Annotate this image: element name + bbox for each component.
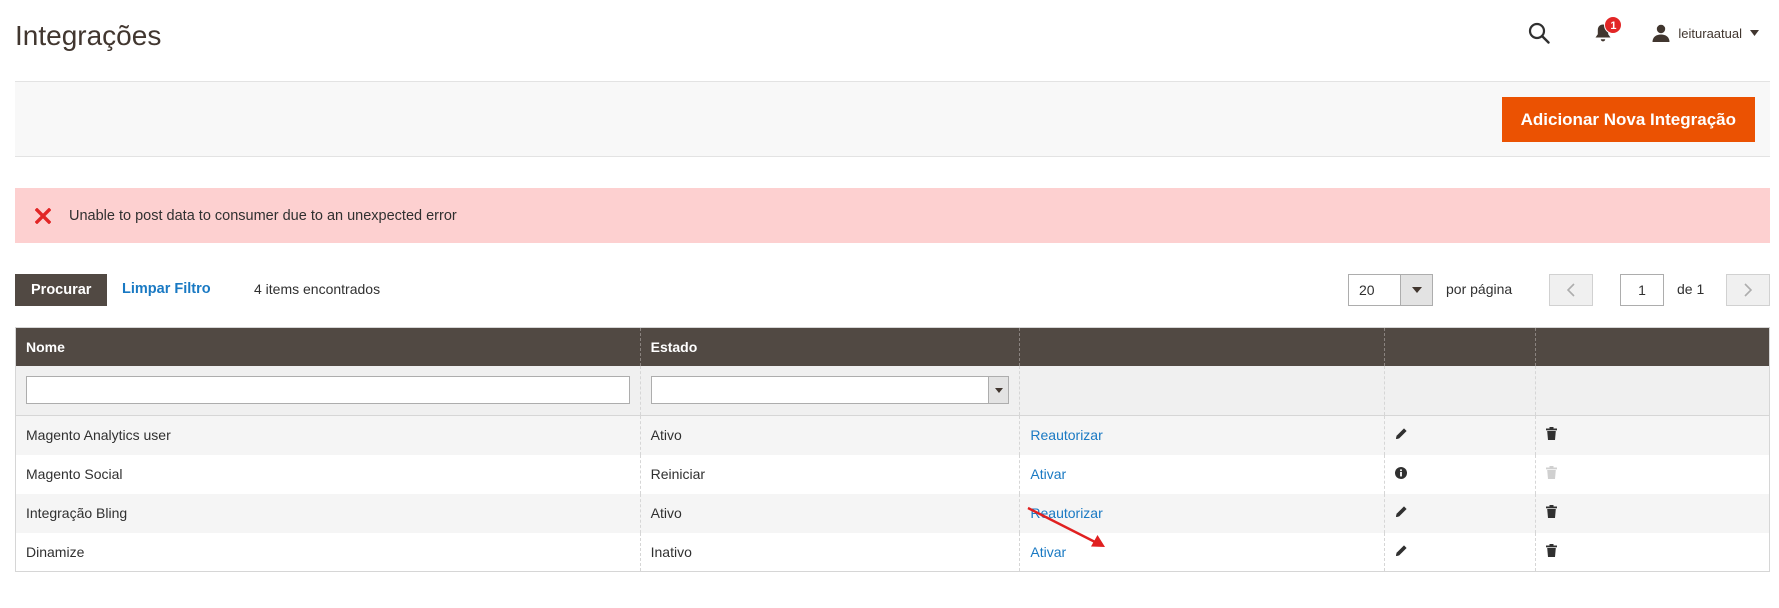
integration-name: Dinamize	[15, 532, 641, 572]
per-page-label: por página	[1446, 281, 1513, 297]
name-filter-input[interactable]	[26, 376, 630, 405]
notification-count-badge: 1	[1604, 16, 1623, 34]
trash-icon[interactable]	[1546, 505, 1558, 518]
caret-down-icon	[1750, 30, 1759, 36]
activate-link[interactable]: Ativar	[1030, 466, 1066, 482]
page-actions-bar: Adicionar Nova Integração	[15, 81, 1770, 157]
trash-icon[interactable]	[1546, 427, 1558, 441]
column-header-action	[1019, 327, 1385, 366]
trash-icon	[1546, 466, 1558, 479]
page-size-select[interactable]: 20	[1348, 274, 1433, 306]
integration-name: Magento Social	[15, 454, 641, 494]
chevron-down-icon[interactable]	[988, 377, 1009, 404]
column-header-status[interactable]: Estado	[639, 327, 1020, 366]
header-actions: 1 leituraatual	[1524, 16, 1759, 48]
column-header-edit	[1384, 327, 1536, 366]
column-header-delete	[1535, 327, 1770, 366]
chevron-down-icon[interactable]	[1400, 275, 1432, 305]
integration-status: Ativo	[639, 493, 1020, 533]
table-row: Dinamize Inativo Ativar	[15, 532, 1770, 572]
filter-row	[15, 365, 1770, 416]
reauthorize-link[interactable]: Reautorizar	[1030, 427, 1102, 443]
search-icon[interactable]	[1524, 18, 1554, 48]
records-count: 4 items encontrados	[254, 281, 381, 297]
user-name: leituraatual	[1678, 25, 1742, 41]
integration-name: Integração Bling	[15, 493, 641, 533]
search-button[interactable]: Procurar	[15, 274, 108, 306]
pencil-icon[interactable]	[1395, 427, 1408, 440]
user-menu[interactable]: leituraatual	[1652, 24, 1759, 42]
table-row: Integração Bling Ativo Reautorizar	[15, 493, 1770, 533]
current-page-input[interactable]: 1	[1620, 274, 1664, 306]
annotation-arrow	[1027, 506, 1105, 547]
page-title: Integrações	[15, 20, 162, 51]
integration-status: Reiniciar	[639, 454, 1020, 494]
integration-status: Inativo	[639, 532, 1020, 572]
table-row: Magento Social Reiniciar Ativar	[15, 454, 1770, 494]
previous-page-button[interactable]	[1549, 274, 1593, 306]
add-integration-button[interactable]: Adicionar Nova Integração	[1501, 97, 1755, 142]
notifications-button[interactable]: 1	[1588, 16, 1623, 48]
integration-status: Ativo	[639, 415, 1020, 455]
integration-name: Magento Analytics user	[15, 415, 641, 455]
table-row: Magento Analytics user Ativo Reautorizar	[15, 415, 1770, 455]
status-filter-select[interactable]	[650, 376, 1010, 405]
user-icon	[1652, 24, 1670, 42]
integrations-grid: Nome Estado Magento Analytics user Ativo…	[15, 327, 1770, 572]
chevron-right-icon	[1744, 283, 1752, 297]
total-pages-label: de 1	[1677, 281, 1705, 297]
grid-toolbar: Procurar Limpar Filtro 4 items encontrad…	[15, 274, 1770, 306]
error-message: Unable to post data to consumer due to a…	[15, 188, 1770, 243]
trash-icon[interactable]	[1546, 543, 1558, 557]
reset-filter-link[interactable]: Limpar Filtro	[122, 281, 211, 297]
column-header-name[interactable]: Nome	[15, 327, 641, 366]
info-icon[interactable]	[1395, 467, 1408, 479]
next-page-button[interactable]	[1726, 274, 1770, 306]
pencil-icon[interactable]	[1395, 505, 1408, 518]
close-x-icon	[35, 207, 51, 224]
chevron-left-icon	[1567, 283, 1575, 297]
error-message-text: Unable to post data to consumer due to a…	[69, 207, 457, 224]
pencil-icon[interactable]	[1395, 544, 1408, 557]
page-size-value: 20	[1359, 282, 1375, 298]
